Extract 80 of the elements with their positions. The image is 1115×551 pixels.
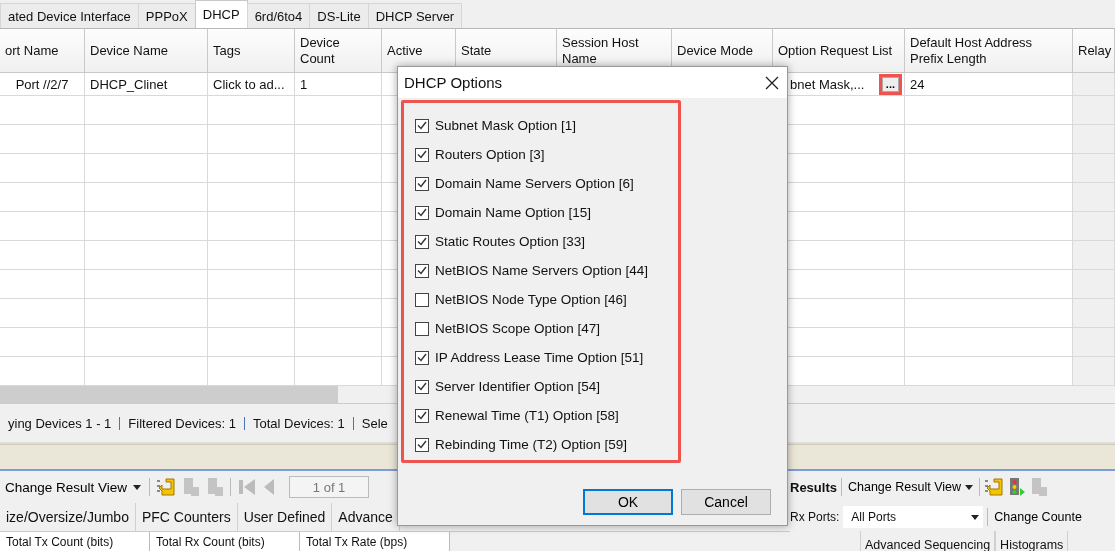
- table-cell-text: bnet Mask,...: [790, 76, 865, 92]
- table-cell: 1: [295, 73, 382, 96]
- table-cell: [1073, 212, 1115, 241]
- table-cell: [1073, 299, 1115, 328]
- option-label: Static Routes Option [33]: [435, 234, 586, 249]
- tab[interactable]: Advanced Sequencing: [860, 531, 996, 551]
- option-label: NetBIOS Scope Option [47]: [435, 321, 601, 336]
- return-arrow-icon[interactable]: [984, 477, 1004, 497]
- checkbox[interactable]: [415, 408, 429, 423]
- counter-menu[interactable]: Change Counte: [992, 510, 1084, 524]
- tab[interactable]: ated Device Interface: [0, 3, 139, 28]
- status-text: ying Devices 1 - 1: [7, 415, 113, 431]
- column-header[interactable]: Relay: [1073, 29, 1115, 73]
- view-menu[interactable]: Change Result View: [845, 480, 975, 494]
- checkbox[interactable]: [415, 292, 429, 307]
- table-cell: [1073, 154, 1115, 183]
- rx-ports-dropdown[interactable]: All Ports: [843, 506, 984, 528]
- checkbox[interactable]: [415, 147, 429, 162]
- checkbox[interactable]: [415, 263, 429, 278]
- dialog-title: DHCP Options: [404, 74, 503, 91]
- table-cell: DHCP_Clinet: [85, 73, 208, 96]
- caret-icon: [133, 484, 142, 490]
- option-label: Renewal Time (T1) Option [58]: [435, 408, 619, 423]
- page-field[interactable]: 1 of 1: [289, 476, 370, 498]
- option-label: Domain Name Servers Option [6]: [435, 176, 634, 191]
- column-header[interactable]: Total Tx Rate (bps): [300, 532, 450, 551]
- table-cell: [1073, 328, 1115, 357]
- option-label: NetBIOS Node Type Option [46]: [435, 292, 627, 307]
- table-cell: [1073, 270, 1115, 299]
- table-cell: Click to ad...: [208, 73, 295, 96]
- checkbox[interactable]: [415, 176, 429, 191]
- tab[interactable]: DHCP Server: [367, 3, 463, 28]
- tab[interactable]: 6rd/6to4: [246, 3, 311, 28]
- column-header[interactable]: Device Name: [85, 29, 208, 73]
- panel-title: Results: [790, 479, 837, 495]
- column-header[interactable]: Default Host Address Prefix Length: [905, 29, 1073, 73]
- column-header[interactable]: ort Name: [0, 29, 85, 73]
- option-label: Server Identifier Option [54]: [435, 379, 601, 394]
- table-cell: [1073, 241, 1115, 270]
- dialog-button[interactable]: OK: [583, 489, 673, 515]
- column-header[interactable]: Tags: [208, 29, 295, 73]
- traffic-light-icon[interactable]: [1008, 477, 1026, 497]
- caret-icon: [971, 514, 980, 520]
- checkbox[interactable]: [415, 437, 429, 452]
- option-label: Routers Option [3]: [435, 147, 545, 162]
- table-cell: [1073, 183, 1115, 212]
- checkbox[interactable]: [415, 234, 429, 249]
- table-cell: Port //2/7: [0, 73, 85, 96]
- return-arrow-icon[interactable]: [156, 477, 177, 497]
- dialog-button[interactable]: Cancel: [681, 489, 771, 515]
- tab[interactable]: Histograms: [995, 531, 1069, 551]
- column-header[interactable]: Total Tx Count (bits): [0, 532, 150, 551]
- option-label: NetBIOS Name Servers Option [44]: [435, 263, 649, 278]
- table-cell: [1073, 73, 1115, 96]
- option-label: IP Address Lease Time Option [51]: [435, 350, 644, 365]
- column-header[interactable]: Total Rx Count (bits): [150, 532, 300, 551]
- checkbox[interactable]: [415, 379, 429, 394]
- view-menu[interactable]: Change Result View: [3, 479, 144, 495]
- close-icon[interactable]: [765, 75, 779, 90]
- option-label: Rebinding Time (T2) Option [59]: [435, 437, 628, 452]
- option-label: Subnet Mask Option [1]: [435, 118, 577, 133]
- option-label: Domain Name Option [15]: [435, 205, 592, 220]
- checkbox[interactable]: [415, 321, 429, 336]
- checkbox[interactable]: [415, 118, 429, 133]
- checkbox[interactable]: [415, 350, 429, 365]
- status-text: Sele: [360, 415, 389, 431]
- table-cell: [1073, 125, 1115, 154]
- scrollbar-thumb[interactable]: [0, 386, 338, 403]
- ellipsis-button[interactable]: ...: [881, 76, 899, 92]
- table-cell: [1073, 96, 1115, 125]
- status-text: Filtered Devices: 1: [127, 415, 237, 431]
- column-header[interactable]: Option Request List: [773, 29, 905, 73]
- tab[interactable]: PPPoX: [137, 3, 196, 28]
- column-header[interactable]: Device Count: [295, 29, 382, 73]
- rx-ports-label: Rx Ports:: [790, 510, 840, 524]
- checkbox[interactable]: [415, 205, 429, 220]
- tab[interactable]: DS-Lite: [309, 3, 369, 28]
- caret-icon: [965, 484, 973, 490]
- status-text: Total Devices: 1: [252, 415, 346, 431]
- tab[interactable]: DHCP: [194, 0, 248, 28]
